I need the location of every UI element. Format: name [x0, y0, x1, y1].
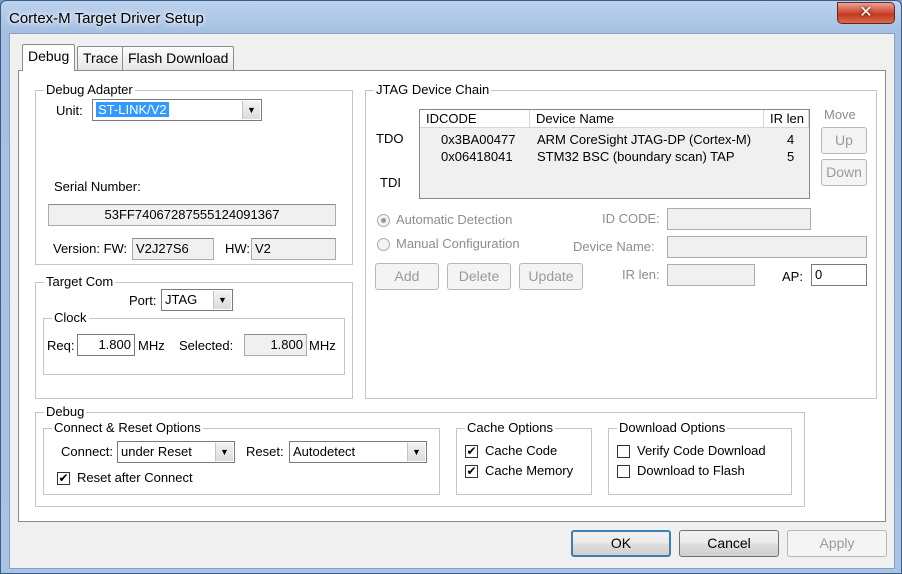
tab-trace-label: Trace	[83, 50, 119, 66]
automatic-detection-label: Automatic Detection	[396, 212, 513, 227]
connect-reset-legend: Connect & Reset Options	[54, 420, 201, 435]
tab-flash-download-label: Flash Download	[128, 50, 229, 66]
connect-label: Connect:	[61, 444, 114, 459]
column-header-ir-len[interactable]: IR len	[764, 110, 809, 128]
id-code-input[interactable]	[667, 208, 811, 230]
update-button[interactable]: Update	[519, 263, 583, 290]
manual-configuration-label: Manual Configuration	[396, 236, 520, 251]
tdo-label: TDO	[376, 131, 404, 146]
row-2-device-name[interactable]: STM32 BSC (boundary scan) TAP	[537, 149, 735, 164]
reset-after-connect-label: Reset after Connect	[77, 470, 193, 485]
jtag-device-chain-legend: JTAG Device Chain	[376, 82, 490, 97]
cache-code-checkbox[interactable]: ✔	[465, 445, 478, 458]
clock-req-input[interactable]: 1.800	[77, 334, 135, 356]
column-header-device-name[interactable]: Device Name	[530, 110, 764, 128]
port-select[interactable]: JTAG ▼	[161, 289, 233, 311]
jtag-device-list[interactable]: IDCODE Device Name IR len 0x3BA00477 ARM…	[419, 109, 810, 199]
target-com-legend: Target Com	[46, 274, 114, 289]
connect-select[interactable]: under Reset ▼	[117, 441, 235, 463]
move-label: Move	[824, 107, 856, 122]
chevron-down-icon: ▼	[407, 443, 425, 461]
debug-adapter-legend: Debug Adapter	[46, 82, 133, 97]
cache-memory-checkbox[interactable]: ✔	[465, 465, 478, 478]
download-options-legend: Download Options	[619, 420, 726, 435]
debug-tab-panel: Debug Adapter Unit: ST-LINK/V2 ▼ Serial …	[18, 70, 886, 522]
manual-configuration-radio[interactable]	[377, 238, 390, 251]
download-to-flash-checkbox[interactable]	[617, 465, 630, 478]
chevron-down-icon: ▼	[213, 291, 231, 309]
verify-code-download-label: Verify Code Download	[637, 443, 766, 458]
unit-label: Unit:	[56, 103, 83, 118]
ok-button[interactable]: OK	[571, 530, 671, 557]
window-title: Cortex-M Target Driver Setup	[9, 10, 204, 27]
automatic-detection-radio[interactable]	[377, 214, 390, 227]
device-name-input[interactable]	[667, 236, 867, 258]
close-icon: ✕	[859, 4, 873, 21]
row-1-idcode[interactable]: 0x3BA00477	[441, 132, 515, 147]
tab-trace[interactable]: Trace	[77, 46, 125, 70]
fw-version-field: V2J27S6	[132, 238, 214, 260]
dialog-client: Debug Trace Flash Download Debug Adapter…	[9, 33, 895, 569]
reset-after-connect-checkbox[interactable]: ✔	[57, 472, 70, 485]
tdi-label: TDI	[380, 175, 401, 190]
add-button[interactable]: Add	[375, 263, 439, 290]
tab-flash-download[interactable]: Flash Download	[122, 46, 235, 70]
clock-selected-field: 1.800	[244, 334, 307, 356]
close-button[interactable]: ✕	[837, 2, 895, 24]
cache-options-group: Cache Options	[456, 421, 592, 495]
reset-select[interactable]: Autodetect ▼	[289, 441, 427, 463]
port-value: JTAG	[165, 292, 198, 307]
column-header-idcode[interactable]: IDCODE	[420, 110, 530, 128]
checkmark-icon: ✔	[466, 444, 477, 458]
ir-len-input[interactable]	[667, 264, 755, 286]
reset-label: Reset:	[246, 444, 284, 459]
debug-options-legend: Debug	[46, 404, 85, 419]
ap-input[interactable]: 0	[811, 264, 867, 286]
hw-label: HW:	[225, 241, 251, 256]
apply-button[interactable]: Apply	[787, 530, 887, 557]
unit-value: ST-LINK/V2	[96, 102, 169, 117]
checkmark-icon: ✔	[58, 471, 69, 485]
reset-value: Autodetect	[293, 444, 356, 459]
ir-len-label: IR len:	[622, 267, 660, 282]
download-to-flash-label: Download to Flash	[637, 463, 745, 478]
cache-code-label: Cache Code	[485, 443, 558, 458]
cache-memory-label: Cache Memory	[485, 463, 574, 478]
download-options-group: Download Options	[608, 421, 792, 495]
chevron-down-icon: ▼	[242, 101, 260, 119]
req-mhz-label: MHz	[138, 338, 165, 353]
port-label: Port:	[129, 293, 157, 308]
selected-mhz-label: MHz	[309, 338, 336, 353]
clock-legend: Clock	[54, 310, 87, 325]
delete-button[interactable]: Delete	[447, 263, 511, 290]
tab-debug-label: Debug	[28, 48, 70, 64]
device-name-label: Device Name:	[573, 239, 655, 254]
cancel-button[interactable]: Cancel	[679, 530, 779, 557]
row-1-device-name[interactable]: ARM CoreSight JTAG-DP (Cortex-M)	[537, 132, 751, 147]
row-2-idcode[interactable]: 0x06418041	[441, 149, 513, 164]
move-up-button[interactable]: Up	[821, 127, 867, 154]
row-2-ir-len[interactable]: 5	[787, 149, 794, 164]
chevron-down-icon: ▼	[215, 443, 233, 461]
move-down-button[interactable]: Down	[821, 159, 867, 186]
id-code-label: ID CODE:	[602, 211, 660, 226]
cache-options-legend: Cache Options	[467, 420, 553, 435]
version-fw-label: Version: FW:	[53, 241, 128, 256]
row-1-ir-len[interactable]: 4	[787, 132, 794, 147]
selected-label: Selected:	[179, 338, 234, 353]
hw-version-field: V2	[251, 238, 336, 260]
tab-debug[interactable]: Debug	[22, 44, 76, 71]
dialog-window: Cortex-M Target Driver Setup ✕ Debug Tra…	[0, 0, 902, 574]
checkmark-icon: ✔	[466, 464, 477, 478]
req-label: Req:	[47, 338, 75, 353]
ap-label: AP:	[782, 269, 803, 284]
unit-select[interactable]: ST-LINK/V2 ▼	[92, 99, 262, 121]
connect-value: under Reset	[121, 444, 192, 459]
verify-code-download-checkbox[interactable]	[617, 445, 630, 458]
serial-number-field: 53FF74067287555124091367	[48, 204, 336, 226]
serial-number-label: Serial Number:	[54, 179, 141, 194]
